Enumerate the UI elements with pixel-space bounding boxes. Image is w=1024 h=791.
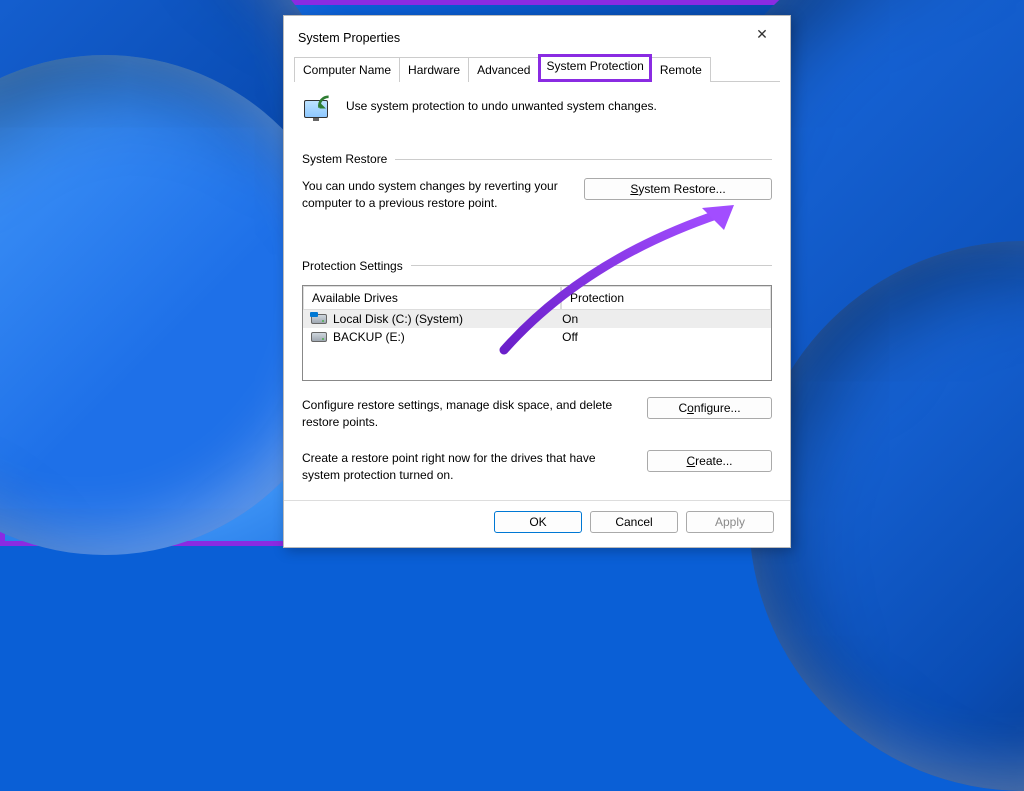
intro-row: Use system protection to undo unwanted s… xyxy=(302,94,772,128)
drive-protection: On xyxy=(562,312,763,326)
tab-hardware[interactable]: Hardware xyxy=(399,57,469,82)
titlebar: System Properties ✕ xyxy=(284,16,790,54)
window-title: System Properties xyxy=(298,31,400,45)
dialog-button-bar: OK Cancel Apply xyxy=(284,501,790,547)
system-restore-row: You can undo system changes by reverting… xyxy=(302,178,772,213)
apply-button: Apply xyxy=(686,511,774,533)
configure-row: Configure restore settings, manage disk … xyxy=(302,397,772,432)
configure-desc: Configure restore settings, manage disk … xyxy=(302,397,633,432)
system-restore-button[interactable]: System Restore... xyxy=(584,178,772,200)
drive-name: Local Disk (C:) (System) xyxy=(333,312,463,326)
col-protection[interactable]: Protection xyxy=(561,286,771,310)
create-desc: Create a restore point right now for the… xyxy=(302,450,633,485)
configure-button[interactable]: Configure... xyxy=(647,397,772,419)
drive-name: BACKUP (E:) xyxy=(333,330,405,344)
col-available-drives[interactable]: Available Drives xyxy=(303,286,561,310)
tab-remote[interactable]: Remote xyxy=(651,57,711,82)
tab-system-protection[interactable]: System Protection xyxy=(538,54,651,82)
intro-text: Use system protection to undo unwanted s… xyxy=(346,94,657,115)
tab-advanced[interactable]: Advanced xyxy=(468,57,539,82)
group-protection-settings: Protection Settings xyxy=(302,259,772,273)
table-row[interactable]: BACKUP (E:) Off xyxy=(303,328,771,346)
tab-computer-name[interactable]: Computer Name xyxy=(294,57,400,82)
create-button[interactable]: Create... xyxy=(647,450,772,472)
system-properties-dialog: System Properties ✕ Computer Name Hardwa… xyxy=(283,15,791,548)
tab-content: Use system protection to undo unwanted s… xyxy=(284,82,790,500)
create-row: Create a restore point right now for the… xyxy=(302,450,772,485)
drive-protection: Off xyxy=(562,330,763,344)
drive-icon xyxy=(311,314,327,324)
cancel-button[interactable]: Cancel xyxy=(590,511,678,533)
system-restore-desc: You can undo system changes by reverting… xyxy=(302,178,570,213)
close-icon[interactable]: ✕ xyxy=(746,26,778,50)
table-header: Available Drives Protection xyxy=(303,286,771,310)
ok-button[interactable]: OK xyxy=(494,511,582,533)
group-label: System Restore xyxy=(302,152,387,166)
drive-icon xyxy=(311,332,327,342)
group-system-restore: System Restore xyxy=(302,152,772,166)
group-label: Protection Settings xyxy=(302,259,403,273)
table-row[interactable]: Local Disk (C:) (System) On xyxy=(303,310,771,328)
drives-table: Available Drives Protection Local Disk (… xyxy=(302,285,772,381)
tab-strip: Computer Name Hardware Advanced System P… xyxy=(284,54,790,82)
system-protection-icon xyxy=(302,94,336,128)
